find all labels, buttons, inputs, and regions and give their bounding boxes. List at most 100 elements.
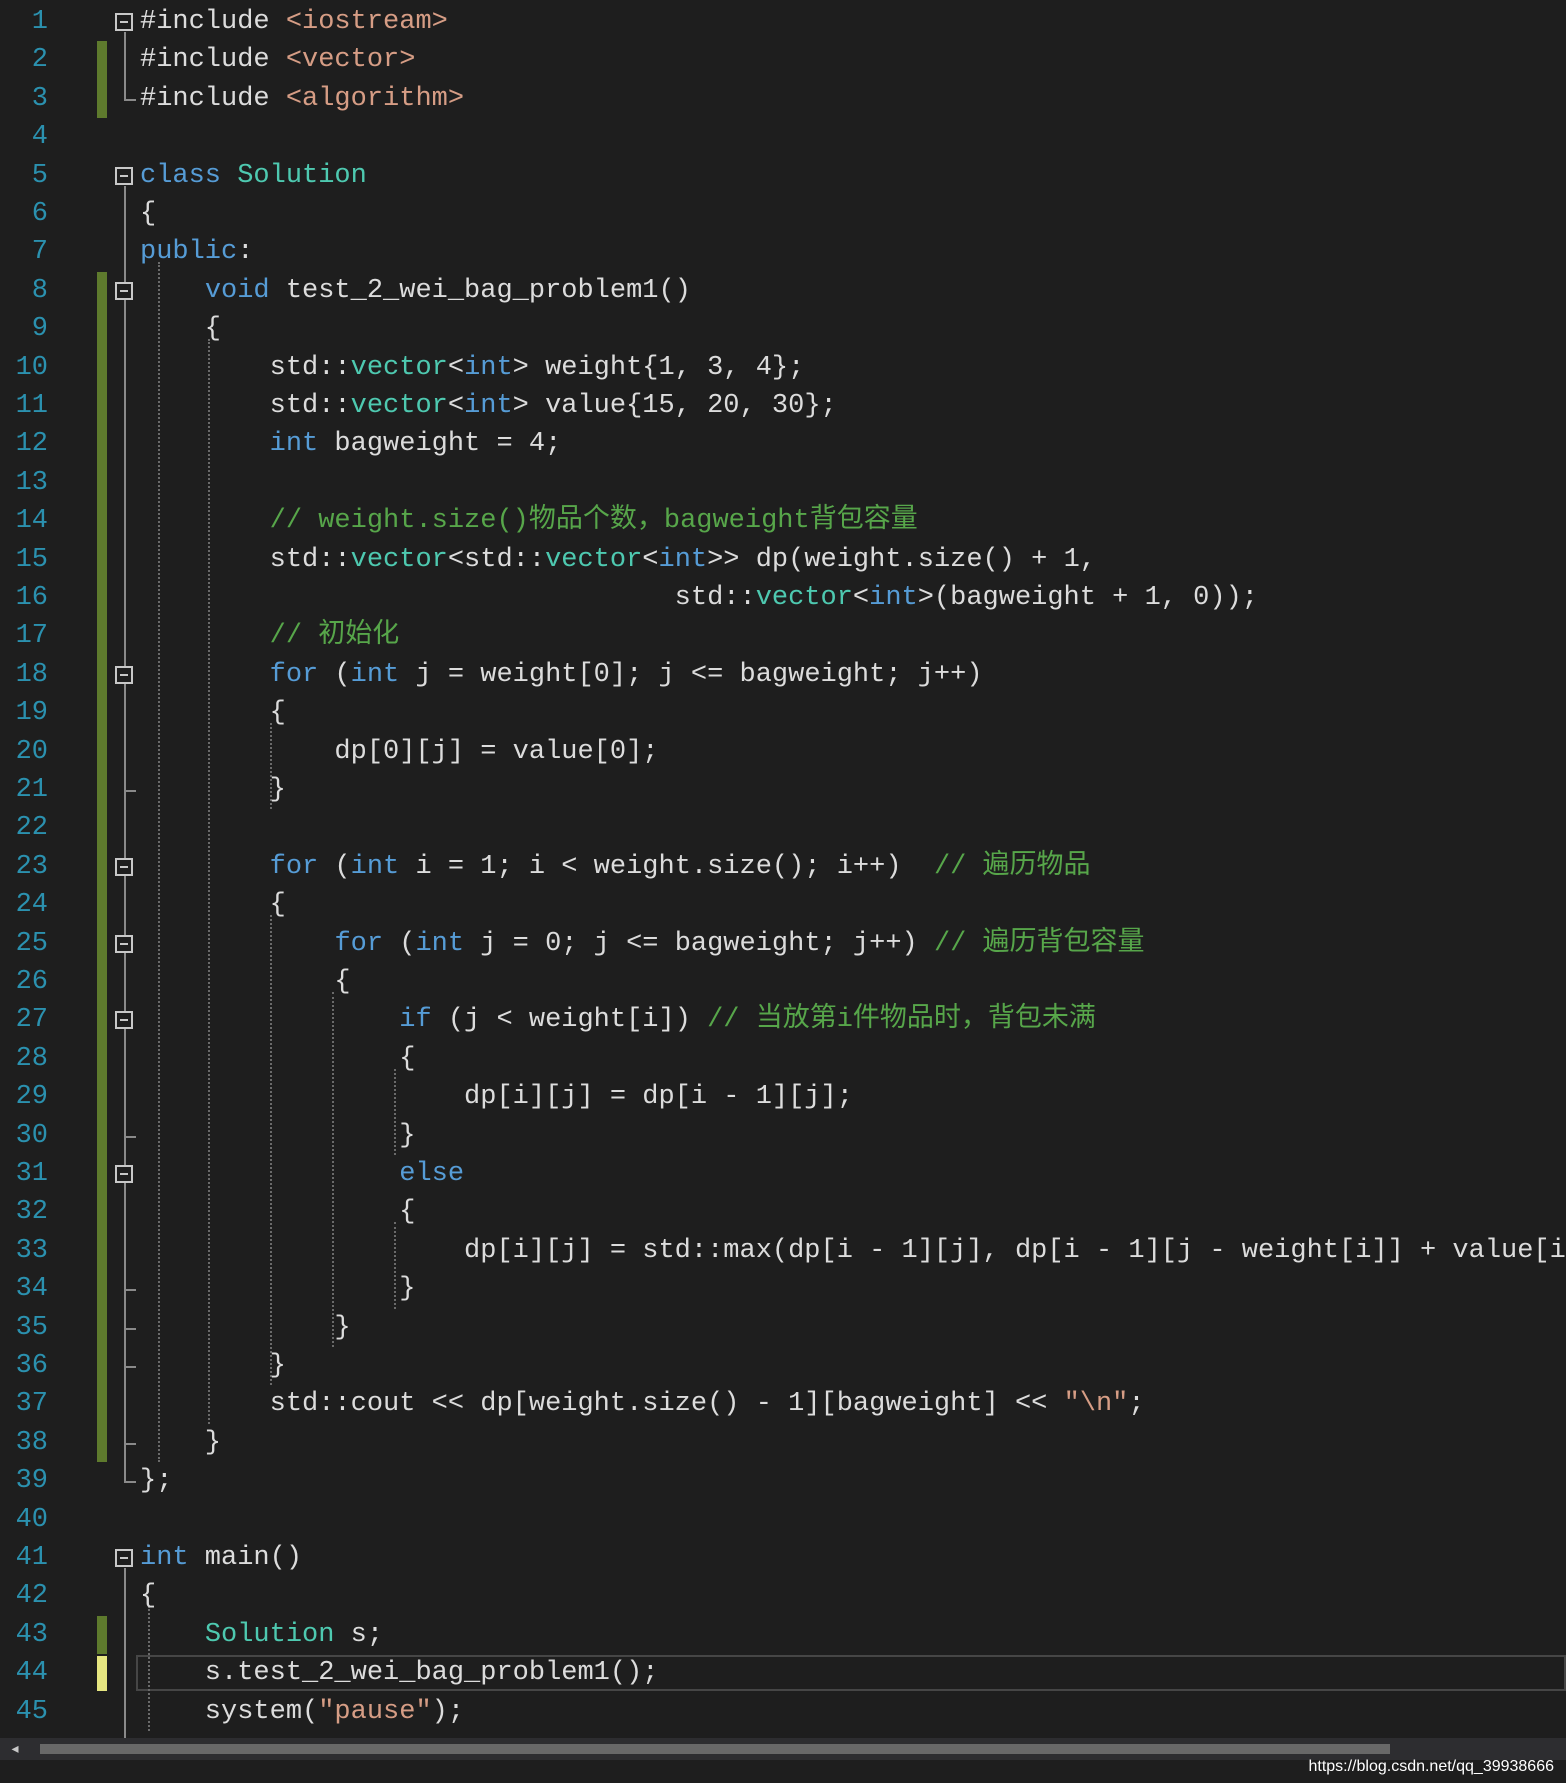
- code-line[interactable]: 31 else: [0, 1155, 1566, 1193]
- code-line[interactable]: 36 }: [0, 1347, 1566, 1385]
- code-line[interactable]: 2 #include <vector>: [0, 41, 1566, 79]
- code-line[interactable]: 23 for (int i = 1; i < weight.size(); i+…: [0, 848, 1566, 886]
- code-line[interactable]: 45 system("pause");: [0, 1693, 1566, 1731]
- code-text: // weight.size()物品个数，bagweight背包容量: [140, 502, 918, 540]
- code-text: #include <vector>: [140, 41, 415, 79]
- code-text: {: [140, 1040, 415, 1078]
- line-number: 14: [15, 506, 48, 537]
- code-text: // 初始化: [140, 617, 400, 655]
- code-line[interactable]: 5 class Solution: [0, 157, 1566, 195]
- code-line[interactable]: 13: [0, 464, 1566, 502]
- code-token: :: [237, 237, 254, 268]
- code-text: int bagweight = 4;: [140, 425, 562, 463]
- code-line[interactable]: 18 for (int j = weight[0]; j <= bagweigh…: [0, 656, 1566, 694]
- code-line[interactable]: 39};: [0, 1462, 1566, 1500]
- code-token: vector: [755, 583, 853, 613]
- code-text: }: [140, 771, 286, 809]
- left-arrow-icon[interactable]: ◂: [0, 1738, 30, 1760]
- code-text: };: [140, 1462, 172, 1500]
- code-line[interactable]: 19 {: [0, 694, 1566, 732]
- code-line[interactable]: 21 }: [0, 771, 1566, 809]
- code-token: s;: [334, 1619, 384, 1650]
- code-line[interactable]: 10 std::vector<int> weight{1, 3, 4};: [0, 349, 1566, 387]
- line-number: 24: [15, 890, 48, 921]
- code-text: std::vector<int> value{15, 20, 30};: [140, 387, 837, 425]
- code-line[interactable]: 25 for (int j = 0; j <= bagweight; j++) …: [0, 925, 1566, 963]
- code-line[interactable]: 26 {: [0, 963, 1566, 1001]
- code-token: #include: [140, 83, 286, 114]
- code-text: dp[0][j] = value[0];: [140, 733, 658, 771]
- code-token: };: [140, 1466, 173, 1497]
- code-line[interactable]: 12 int bagweight = 4;: [0, 425, 1566, 463]
- code-text: system("pause");: [140, 1693, 464, 1731]
- code-line[interactable]: 7 public:: [0, 233, 1566, 271]
- code-token: test_2_wei_bag_problem1(): [269, 275, 691, 306]
- code-token: {: [140, 199, 157, 229]
- code-line[interactable]: 35 }: [0, 1309, 1566, 1347]
- code-line[interactable]: 44 s.test_2_wei_bag_problem1();: [0, 1654, 1566, 1692]
- code-line[interactable]: 24 {: [0, 886, 1566, 924]
- line-number: 7: [31, 237, 48, 268]
- code-line[interactable]: 14 // weight.size()物品个数，bagweight背包容量: [0, 502, 1566, 540]
- code-line[interactable]: 43 Solution s;: [0, 1616, 1566, 1654]
- code-line[interactable]: 8 void test_2_wei_bag_problem1(): [0, 272, 1566, 310]
- code-token: for: [269, 851, 319, 882]
- code-line[interactable]: 6{: [0, 195, 1566, 233]
- code-line[interactable]: 17 // 初始化: [0, 617, 1566, 655]
- code-line[interactable]: 42 {: [0, 1577, 1566, 1615]
- code-token: i = 1; i < weight.size(); i++): [399, 851, 934, 882]
- code-token: }: [140, 1351, 286, 1381]
- code-line[interactable]: 11 std::vector<int> value{15, 20, 30};: [0, 387, 1566, 425]
- code-token: vector: [545, 544, 643, 575]
- line-number: 8: [31, 275, 48, 306]
- code-line[interactable]: 29 dp[i][j] = dp[i - 1][j];: [0, 1078, 1566, 1116]
- code-token: }: [140, 1120, 416, 1151]
- code-text: std::vector<std::vector<int>> dp(weight.…: [140, 541, 1096, 579]
- code-token: int: [350, 851, 400, 882]
- code-line[interactable]: 38 }: [0, 1424, 1566, 1462]
- code-line[interactable]: 41 int main(): [0, 1539, 1566, 1577]
- code-line[interactable]: 28 {: [0, 1040, 1566, 1078]
- code-token: if: [399, 1005, 432, 1036]
- code-line[interactable]: 32 {: [0, 1193, 1566, 1231]
- code-line[interactable]: 30 }: [0, 1117, 1566, 1155]
- code-token: <vector>: [285, 45, 416, 76]
- line-number: 19: [15, 698, 48, 729]
- code-token: int: [269, 429, 319, 460]
- code-line[interactable]: 15 std::vector<std::vector<int>> dp(weig…: [0, 541, 1566, 579]
- code-line[interactable]: 33 dp[i][j] = std::max(dp[i - 1][j], dp[…: [0, 1232, 1566, 1270]
- code-text: s.test_2_wei_bag_problem1();: [140, 1654, 659, 1692]
- code-line[interactable]: 16 std::vector<int>(bagweight + 1, 0));: [0, 579, 1566, 617]
- code-line[interactable]: 22: [0, 809, 1566, 847]
- code-token: {: [140, 698, 286, 729]
- code-line[interactable]: 40: [0, 1501, 1566, 1539]
- code-text: Solution s;: [140, 1616, 383, 1654]
- code-token: (j < weight[i]): [431, 1005, 708, 1036]
- code-editor[interactable]: 1 #include <iostream> 2 #include <vector> 3 #…: [0, 0, 1566, 1738]
- code-line[interactable]: 1 #include <iostream>: [0, 3, 1566, 41]
- code-line[interactable]: 9 {: [0, 310, 1566, 348]
- line-number: 20: [15, 736, 48, 767]
- code-line[interactable]: 34 }: [0, 1270, 1566, 1308]
- code-token: "\n": [1063, 1389, 1129, 1420]
- code-line[interactable]: 4: [0, 118, 1566, 156]
- code-token: vector: [350, 544, 448, 575]
- line-number: 42: [15, 1581, 48, 1612]
- line-number: 35: [15, 1312, 48, 1343]
- code-line[interactable]: 27 if (j < weight[i]) // 当放第i件物品时，背包未满: [0, 1001, 1566, 1039]
- line-number: 10: [15, 352, 48, 383]
- code-token: bagweight = 4;: [318, 429, 562, 460]
- code-token: j = 0; j <= bagweight; j++): [464, 928, 934, 959]
- line-number: 11: [15, 391, 48, 421]
- code-token: {: [140, 314, 222, 345]
- code-line[interactable]: 37 std::cout << dp[weight.size() - 1][ba…: [0, 1385, 1566, 1423]
- scrollbar-thumb[interactable]: [40, 1744, 1390, 1754]
- code-token: {: [140, 1043, 416, 1074]
- code-line[interactable]: 20 dp[0][j] = value[0];: [0, 733, 1566, 771]
- code-line[interactable]: 3 #include <algorithm>: [0, 80, 1566, 118]
- line-number: 31: [15, 1159, 48, 1189]
- code-token: else: [399, 1159, 465, 1189]
